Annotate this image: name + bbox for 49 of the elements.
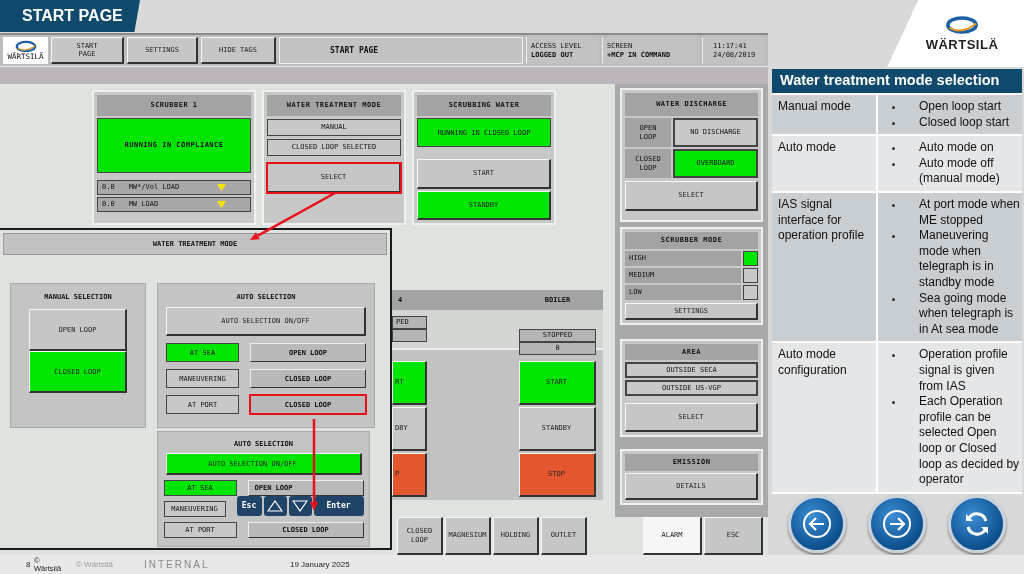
bullet-text: Open loop start bbox=[919, 99, 1002, 115]
screen-title: START PAGE bbox=[330, 45, 379, 56]
up-key[interactable] bbox=[263, 496, 287, 517]
bullet-icon bbox=[892, 235, 895, 239]
refresh-button[interactable] bbox=[948, 495, 1006, 554]
bullet-icon bbox=[892, 106, 895, 110]
row-topic: Auto mode bbox=[778, 140, 837, 155]
bullet-icon bbox=[892, 204, 895, 207]
bullet-text: Each Operation profile can be selected Open loop or Closed loop as decided by operator bbox=[919, 394, 1020, 488]
key-button[interactable]: Esc bbox=[236, 496, 262, 517]
arrow-left-icon bbox=[802, 509, 832, 540]
row-topic: Auto mode configuration bbox=[778, 347, 847, 377]
bullet-text: Auto mode on bbox=[919, 140, 994, 156]
classification-label: INTERNAL bbox=[144, 559, 211, 570]
bullet-icon bbox=[892, 297, 895, 301]
triangle-down-icon bbox=[292, 500, 308, 513]
bullet-text: Closed loop start bbox=[919, 114, 1010, 131]
bullet-icon bbox=[892, 147, 895, 151]
mode-indicator[interactable] bbox=[743, 268, 758, 283]
logo-icon bbox=[945, 15, 979, 35]
bullet-icon bbox=[892, 354, 895, 358]
date-text: 19 January 2025 bbox=[290, 560, 350, 569]
triangle-icon bbox=[217, 184, 226, 191]
forward-button[interactable] bbox=[868, 495, 926, 554]
arrow-right-icon bbox=[882, 509, 912, 540]
brand-name: WÄRTSILÄ bbox=[925, 37, 999, 52]
mode-indicator[interactable] bbox=[743, 285, 758, 300]
bullet-text: At port mode when ME stopped bbox=[919, 197, 1020, 229]
down-key[interactable] bbox=[288, 496, 312, 517]
bullet-icon bbox=[892, 121, 895, 125]
page-number: 8 bbox=[26, 560, 32, 569]
panel-heading: Water treatment mode selection bbox=[772, 69, 1022, 96]
back-button[interactable] bbox=[788, 495, 846, 554]
value-field bbox=[392, 329, 427, 342]
mode-indicator[interactable] bbox=[743, 251, 758, 266]
page-title: START PAGE bbox=[0, 0, 140, 32]
row-topic: Manual mode bbox=[778, 99, 851, 114]
bullet-text: Auto mode off (manual mode) bbox=[919, 155, 1001, 187]
owner-text: © Wärtsilä bbox=[76, 560, 114, 569]
triangle-icon bbox=[217, 201, 226, 208]
bullet-icon bbox=[892, 401, 895, 405]
key-button[interactable]: Enter bbox=[313, 496, 364, 517]
triangle-up-icon bbox=[267, 500, 283, 513]
bullet-text: Operation profile signal is given from IAS bbox=[919, 347, 1009, 395]
bullet-text: Maneuvering mode when telegraph is in standby mode bbox=[919, 228, 996, 291]
bullet-icon bbox=[892, 162, 895, 166]
logo-icon bbox=[14, 39, 37, 53]
bullet-text: Sea going mode when telegraph is in At sea mode bbox=[919, 290, 1015, 338]
row-topic: IAS signal interface for operation profile bbox=[778, 197, 865, 243]
